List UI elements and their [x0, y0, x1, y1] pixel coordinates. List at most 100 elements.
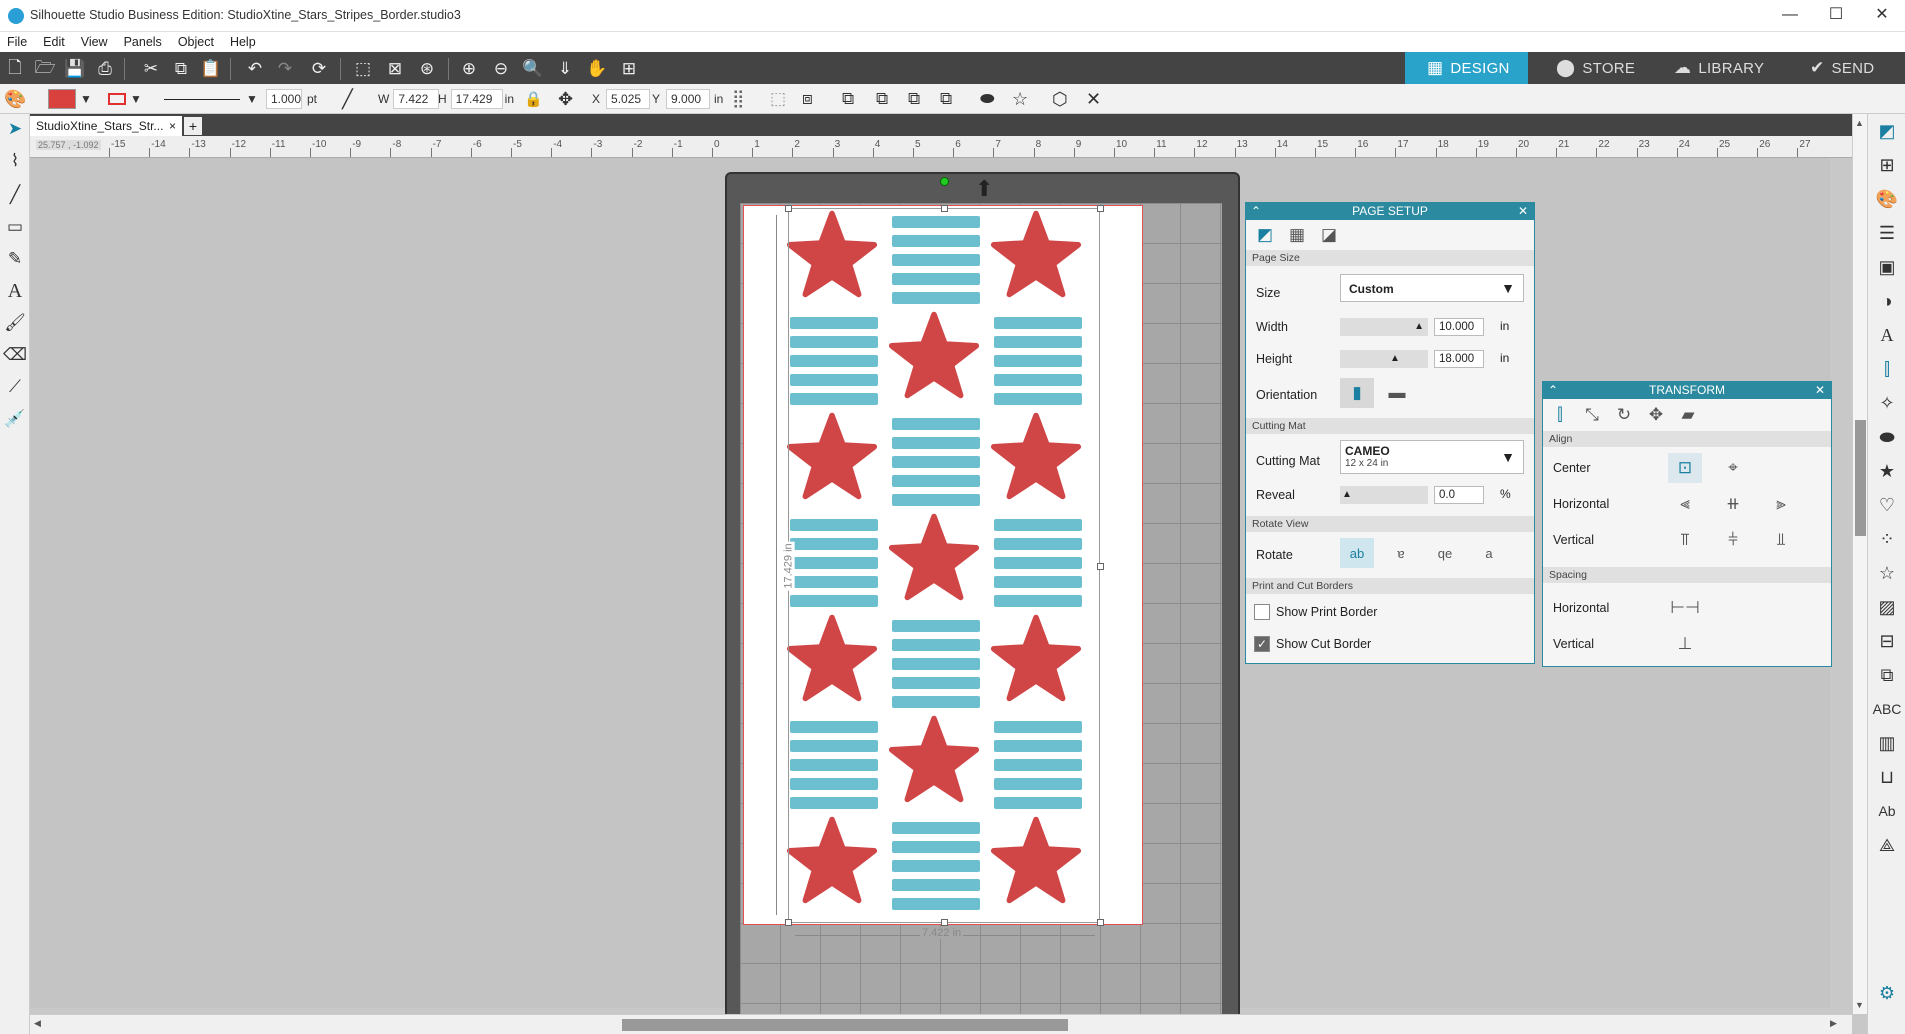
x-position-field[interactable]: X 5.025: [592, 88, 651, 110]
width-slider[interactable]: ▲: [1340, 318, 1428, 336]
ungroup-icon[interactable]: ⧈: [802, 88, 813, 110]
reveal-slider[interactable]: ▲: [1340, 486, 1428, 504]
resize-handle[interactable]: [1097, 205, 1104, 212]
show-cut-border-checkbox[interactable]: ✓: [1254, 636, 1270, 652]
horizontal-scrollbar[interactable]: ◀ ▶: [30, 1014, 1852, 1034]
vertical-scrollbar[interactable]: ▲ ▼: [1852, 114, 1867, 1014]
add-tab-button[interactable]: +: [184, 117, 202, 135]
rotate-0-icon[interactable]: ab: [1340, 538, 1374, 568]
eraser-icon[interactable]: ⌫: [3, 344, 27, 366]
text-style-icon[interactable]: Ab: [1874, 798, 1900, 824]
print-icon[interactable]: ⎙: [94, 58, 116, 80]
pencil-icon[interactable]: ✎: [4, 248, 26, 270]
space-vertical-icon[interactable]: ⊥: [1668, 629, 1702, 659]
rotate-90-icon[interactable]: ɐ: [1384, 538, 1418, 568]
3d-box-icon[interactable]: ⬡: [1052, 88, 1068, 110]
rotate-tab-icon[interactable]: ↻: [1607, 400, 1641, 430]
page-setup-tab-icon[interactable]: ◩: [1248, 220, 1282, 250]
show-print-border-checkbox[interactable]: [1254, 604, 1270, 620]
modify-icon[interactable]: ⬬: [1874, 424, 1900, 450]
paste-icon[interactable]: 📋: [200, 58, 222, 80]
align-middle-icon[interactable]: ⫩: [1716, 525, 1750, 555]
minimize-button[interactable]: —: [1767, 0, 1813, 32]
center-icon[interactable]: ⌖: [1716, 453, 1750, 483]
select-arrow-icon[interactable]: ➤: [4, 118, 26, 140]
close-tab-icon[interactable]: ×: [169, 116, 176, 136]
resize-handle[interactable]: [1097, 919, 1104, 926]
scroll-down-icon[interactable]: ▼: [1855, 1000, 1864, 1010]
redo-icon[interactable]: ↷: [274, 58, 296, 80]
eyedropper-icon[interactable]: 💉: [4, 408, 26, 430]
refresh-icon[interactable]: ⟳: [308, 58, 330, 80]
scale-tab-icon[interactable]: ⤡: [1575, 400, 1609, 430]
width-field[interactable]: W 7.422: [378, 88, 440, 110]
scroll-thumb[interactable]: [622, 1019, 1068, 1031]
menu-view[interactable]: View: [73, 32, 116, 52]
contrast-icon[interactable]: ◑: [1874, 288, 1900, 314]
rotate-270-icon[interactable]: a: [1472, 538, 1506, 568]
bring-forward-icon[interactable]: ⧉: [876, 88, 888, 110]
zoom-out-icon[interactable]: ⊖: [490, 58, 512, 80]
line-color-swatch[interactable]: ▼: [108, 88, 142, 110]
edit-points-icon[interactable]: ⌇: [4, 150, 26, 172]
font-abc-icon[interactable]: ABC: [1873, 696, 1902, 722]
zoom-in-icon[interactable]: ⊕: [458, 58, 480, 80]
fill-panel-icon[interactable]: 🎨: [1874, 186, 1900, 212]
undo-icon[interactable]: ↶: [244, 58, 266, 80]
menu-file[interactable]: File: [0, 32, 35, 52]
pan-hand-icon[interactable]: ✋: [586, 58, 608, 80]
scroll-up-icon[interactable]: ▲: [1855, 118, 1864, 128]
document-tab[interactable]: StudioXtine_Stars_Str... ×: [30, 116, 182, 136]
send-back-icon[interactable]: ⧉: [940, 88, 952, 110]
line-style-select[interactable]: ▼: [164, 88, 258, 110]
warp-icon[interactable]: ⟁: [1874, 832, 1900, 858]
star-shape-icon[interactable]: ☆: [1012, 88, 1028, 110]
align-center-icon[interactable]: ⧺: [1716, 489, 1750, 519]
menu-help[interactable]: Help: [222, 32, 264, 52]
pixscan-icon[interactable]: ⊞: [1874, 152, 1900, 178]
fit-to-page-icon[interactable]: ⇓: [554, 58, 576, 80]
nesting-icon[interactable]: ⊟: [1874, 628, 1900, 654]
knife-icon[interactable]: ⟋: [4, 376, 26, 398]
align-bottom-icon[interactable]: ⫫: [1764, 525, 1798, 555]
save-icon[interactable]: 💾: [64, 58, 86, 80]
library-map-icon[interactable]: ▥: [1874, 730, 1900, 756]
tab-store[interactable]: ⬤ STORE: [1538, 52, 1643, 84]
close-window-button[interactable]: ✕: [1859, 0, 1905, 32]
image-effects-icon[interactable]: ▣: [1874, 254, 1900, 280]
align-top-icon[interactable]: ⫪: [1668, 525, 1702, 555]
shear-tab-icon[interactable]: ▰: [1671, 400, 1705, 430]
width-input[interactable]: 10.000: [1434, 318, 1484, 336]
resize-handle[interactable]: [785, 205, 792, 212]
scroll-right-icon[interactable]: ▶: [1830, 1018, 1837, 1029]
rotate-handle[interactable]: [940, 177, 949, 186]
palette-icon[interactable]: 🎨: [4, 88, 26, 110]
resize-handle[interactable]: [941, 205, 948, 212]
grid-tab-icon[interactable]: ▦: [1280, 220, 1314, 250]
send-backward-icon[interactable]: ⧉: [908, 88, 920, 110]
select-by-color-icon[interactable]: ⊛: [416, 58, 438, 80]
weld-icon[interactable]: ⬬: [980, 88, 995, 110]
move-tab-icon[interactable]: ✥: [1639, 400, 1673, 430]
landscape-icon[interactable]: ▬: [1380, 378, 1414, 408]
line-draw-icon[interactable]: ╱: [4, 184, 26, 206]
copy-icon[interactable]: ⧉: [170, 58, 192, 80]
close-panel-icon[interactable]: ✕: [1518, 203, 1528, 220]
height-input[interactable]: 18.000: [1434, 350, 1484, 368]
bring-front-icon[interactable]: ⧉: [842, 88, 854, 110]
group-icon[interactable]: ⬚: [770, 88, 786, 110]
close-panel-icon[interactable]: ✕: [1815, 382, 1825, 399]
zoom-select-icon[interactable]: 🔍: [522, 58, 544, 80]
collapse-icon[interactable]: ⌃: [1548, 382, 1558, 399]
align-right-icon[interactable]: ⫸: [1764, 489, 1798, 519]
rectangle-icon[interactable]: ▭: [4, 216, 26, 238]
resize-handle[interactable]: [1097, 563, 1104, 570]
lock-aspect-icon[interactable]: 🔒: [524, 88, 543, 110]
cut-icon[interactable]: ✂: [140, 58, 162, 80]
resize-handle[interactable]: [941, 919, 948, 926]
grid-snap-icon[interactable]: ⣿: [732, 88, 744, 110]
scroll-left-icon[interactable]: ◀: [34, 1018, 41, 1029]
tab-design[interactable]: ▦ DESIGN: [1405, 52, 1528, 84]
maximize-button[interactable]: ☐: [1813, 0, 1859, 32]
resize-handle[interactable]: [785, 919, 792, 926]
